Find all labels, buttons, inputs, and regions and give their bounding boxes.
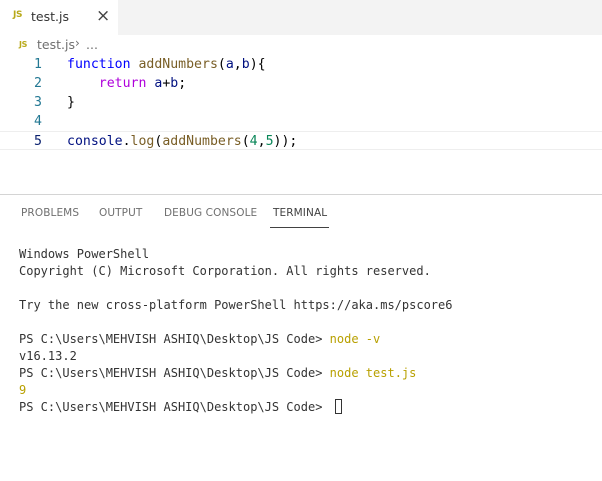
code-token: return (98, 76, 147, 91)
line-number: 3 (34, 95, 42, 110)
terminal-cursor[interactable] (334, 399, 342, 414)
tab-debug-console[interactable]: DEBUG CONSOLE (164, 207, 257, 219)
code-token: function (67, 57, 131, 72)
breadcrumb-more[interactable]: ... (86, 37, 98, 52)
terminal-command-line: PS C:\Users\MEHVISH ASHIQ\Desktop\JS Cod… (19, 399, 599, 416)
javascript-file-icon: JS (13, 10, 23, 20)
code-token: } (67, 95, 75, 110)
tab-problems[interactable]: PROBLEMS (21, 207, 79, 219)
code-token: log (130, 134, 155, 149)
code-token: addNumbers (138, 57, 218, 72)
code-text: console.log(addNumbers(4,5)); (67, 132, 297, 151)
terminal-line: Windows PowerShell (19, 247, 150, 261)
code-token: ){ (249, 57, 266, 72)
code-text: } (67, 93, 75, 112)
breadcrumb: JS test.js › ... (0, 35, 602, 55)
code-line[interactable]: 5 console.log(addNumbers(4,5)); (0, 131, 602, 150)
code-token: , (257, 134, 266, 149)
terminal-command: node -v (329, 332, 381, 346)
terminal-line: Try the new cross-platform PowerShell ht… (19, 298, 453, 312)
editor-tab-bar: JS test.js × (0, 0, 602, 35)
terminal-line: v16.13.2 (19, 349, 77, 363)
code-token: , (233, 57, 242, 72)
code-token: 4 (249, 134, 258, 149)
line-number: 5 (34, 134, 42, 149)
code-token: console (67, 134, 123, 149)
line-number: 1 (34, 57, 42, 72)
panel-tab-bar: PROBLEMS OUTPUT DEBUG CONSOLE TERMINAL (0, 195, 602, 231)
code-token: 5 (265, 134, 274, 149)
code-token: a (225, 57, 234, 72)
code-token: ( (241, 134, 250, 149)
code-line[interactable]: 3} (0, 93, 602, 112)
chevron-right-icon: › (75, 36, 80, 50)
close-icon[interactable]: × (96, 6, 110, 26)
line-number: 4 (34, 114, 42, 129)
tab-test-js[interactable]: JS test.js × (0, 0, 118, 35)
code-token: )); (273, 134, 298, 149)
code-token: . (122, 134, 131, 149)
breadcrumb-file[interactable]: test.js (37, 37, 75, 52)
terminal-line: Copyright (C) Microsoft Corporation. All… (19, 264, 431, 278)
tab-title: test.js (31, 9, 69, 24)
terminal-prompt: PS C:\Users\MEHVISH ASHIQ\Desktop\JS Cod… (19, 400, 330, 414)
code-token: ; (178, 76, 187, 91)
code-text: return a+b; (67, 74, 186, 93)
code-editor[interactable]: 1 function addNumbers(a,b){2 return a+b; 3… (0, 55, 602, 155)
active-tab-indicator (270, 227, 329, 228)
terminal-command-line: PS C:\Users\MEHVISH ASHIQ\Desktop\JS Cod… (19, 331, 599, 348)
code-line[interactable]: 2 return a+b; (0, 74, 602, 93)
code-token: ( (217, 57, 226, 72)
code-text: function addNumbers(a,b){ (67, 55, 266, 74)
terminal-command-line: PS C:\Users\MEHVISH ASHIQ\Desktop\JS Cod… (19, 365, 599, 382)
terminal-prompt: PS C:\Users\MEHVISH ASHIQ\Desktop\JS Cod… (19, 332, 330, 346)
javascript-file-icon: JS (19, 40, 28, 49)
terminal-prompt: PS C:\Users\MEHVISH ASHIQ\Desktop\JS Cod… (19, 366, 330, 380)
tab-terminal[interactable]: TERMINAL (273, 207, 327, 219)
code-line[interactable]: 4 (0, 112, 602, 131)
line-number: 2 (34, 76, 42, 91)
tab-output[interactable]: OUTPUT (99, 207, 142, 219)
code-token: b (241, 57, 250, 72)
code-line[interactable]: 1 function addNumbers(a,b){ (0, 55, 602, 74)
terminal-output[interactable]: Windows PowerShell Copyright (C) Microso… (19, 246, 599, 416)
terminal-command: node test.js (329, 366, 417, 380)
code-token: addNumbers (162, 134, 242, 149)
terminal-line: 9 (19, 383, 27, 397)
